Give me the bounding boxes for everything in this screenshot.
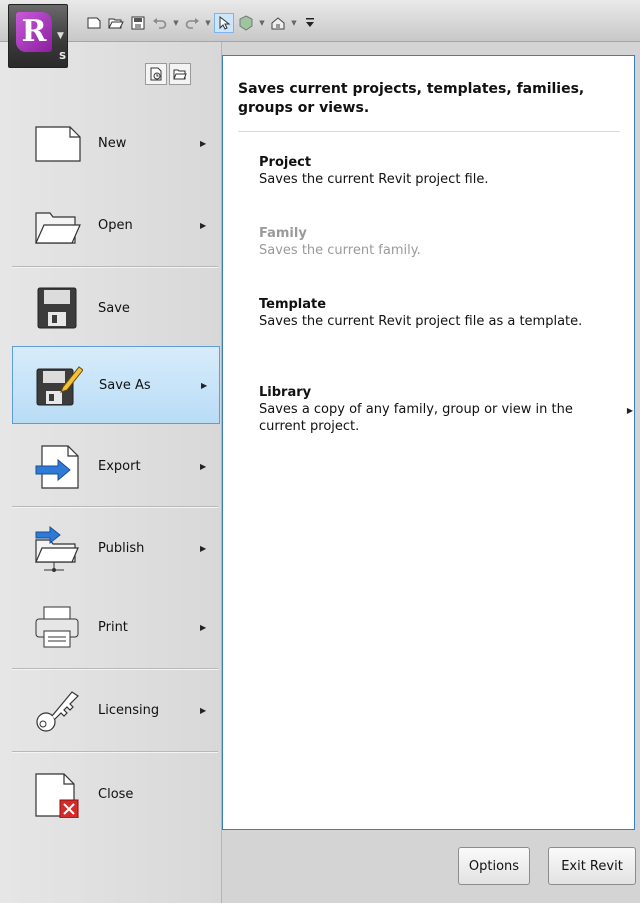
- menu-divider: [12, 506, 218, 507]
- menu-item-label: Save: [98, 300, 130, 316]
- menu-item-export[interactable]: Export ▶: [12, 427, 220, 505]
- printer-icon: [34, 603, 82, 651]
- submenu-option-family: Family Saves the current family.: [259, 225, 619, 259]
- menu-item-publish[interactable]: Publish ▶: [12, 509, 220, 587]
- 3d-view-icon[interactable]: [236, 13, 256, 33]
- save-as-icon: [35, 361, 84, 409]
- submenu-option-library[interactable]: Library Saves a copy of any family, grou…: [259, 384, 633, 435]
- menu-item-new[interactable]: New ▶: [12, 104, 220, 182]
- menu-item-label: New: [98, 135, 127, 151]
- option-description: Saves the current family.: [259, 243, 421, 258]
- exit-revit-button[interactable]: Exit Revit: [548, 847, 636, 885]
- publish-icon: [34, 524, 82, 572]
- floppy-disk-icon: [34, 284, 82, 332]
- open-folder-icon: [34, 201, 82, 249]
- submenu-arrow-icon: ▶: [200, 543, 207, 553]
- save-icon[interactable]: [128, 13, 148, 33]
- menu-item-label: Print: [98, 619, 128, 635]
- option-title: Family: [259, 226, 307, 241]
- save-as-submenu: Saves current projects, templates, famil…: [222, 55, 635, 830]
- menu-divider: [12, 266, 218, 267]
- customize-icon[interactable]: [300, 13, 320, 33]
- submenu-description: Saves current projects, templates, famil…: [238, 81, 585, 116]
- home-view-dropdown-icon[interactable]: ▼: [290, 19, 298, 27]
- menu-item-label: Publish: [98, 540, 145, 556]
- menu-item-save[interactable]: Save: [12, 269, 220, 347]
- menu-item-licensing[interactable]: Licensing ▶: [12, 671, 220, 749]
- menu-item-label: Licensing: [98, 702, 160, 718]
- option-description: Saves a copy of any family, group or vie…: [259, 402, 573, 434]
- submenu-arrow-icon: ▶: [200, 220, 207, 230]
- menu-item-close[interactable]: Close: [12, 755, 220, 833]
- quick-access-toolbar: ▼ ▼ ▼ ▼: [0, 0, 640, 42]
- undo-dropdown-icon[interactable]: ▼: [172, 19, 180, 27]
- open-icon[interactable]: [106, 13, 126, 33]
- export-icon: [34, 442, 82, 490]
- redo-icon[interactable]: [182, 13, 202, 33]
- new-document-icon: [34, 119, 82, 167]
- menu-item-label: Open: [98, 217, 133, 233]
- recent-open-toolbar: [145, 63, 191, 85]
- menu-item-label: Close: [98, 786, 134, 802]
- option-title: Project: [259, 155, 312, 170]
- quick-access-icons: ▼ ▼ ▼ ▼: [84, 13, 320, 33]
- select-icon[interactable]: [214, 13, 234, 33]
- option-title: Library: [259, 385, 312, 400]
- submenu-option-template[interactable]: Template Saves the current Revit project…: [259, 296, 619, 330]
- keytip-badge: S: [59, 51, 67, 62]
- submenu-arrow-icon: ▶: [200, 705, 207, 715]
- menu-item-open[interactable]: Open ▶: [12, 186, 220, 264]
- option-title: Template: [259, 297, 327, 312]
- menu-divider: [12, 668, 218, 669]
- menu-item-save-as[interactable]: Save As ▶: [12, 346, 220, 424]
- home-view-icon[interactable]: [268, 13, 288, 33]
- recent-documents-icon[interactable]: [145, 63, 167, 85]
- undo-icon[interactable]: [150, 13, 170, 33]
- submenu-arrow-icon: ▶: [200, 138, 207, 148]
- key-icon: [34, 686, 82, 734]
- submenu-option-project[interactable]: Project Saves the current Revit project …: [259, 154, 619, 188]
- options-button[interactable]: Options: [458, 847, 530, 885]
- submenu-divider: [238, 131, 620, 132]
- application-menu-button[interactable]: R ▼ S: [8, 4, 68, 68]
- menu-item-print[interactable]: Print ▶: [12, 588, 220, 666]
- option-description: Saves the current Revit project file as …: [259, 314, 583, 329]
- close-document-icon: [34, 770, 82, 819]
- new-icon[interactable]: [84, 13, 104, 33]
- submenu-arrow-icon: ▶: [201, 380, 208, 390]
- menu-item-label: Save As: [99, 377, 151, 393]
- open-documents-icon[interactable]: [169, 63, 191, 85]
- menu-item-label: Export: [98, 458, 141, 474]
- submenu-arrow-icon: ▶: [200, 461, 207, 471]
- application-menu: New ▶ Open ▶ Save Save As ▶ Export ▶ Pub…: [0, 42, 222, 903]
- revit-logo-icon: R: [16, 12, 52, 52]
- submenu-arrow-icon: ▶: [200, 622, 207, 632]
- 3d-view-dropdown-icon[interactable]: ▼: [258, 19, 266, 27]
- redo-dropdown-icon[interactable]: ▼: [204, 19, 212, 27]
- submenu-arrow-icon: ▶: [626, 406, 633, 415]
- option-description: Saves the current Revit project file.: [259, 172, 489, 187]
- app-menu-dropdown-icon: ▼: [57, 31, 64, 41]
- menu-divider: [12, 751, 218, 752]
